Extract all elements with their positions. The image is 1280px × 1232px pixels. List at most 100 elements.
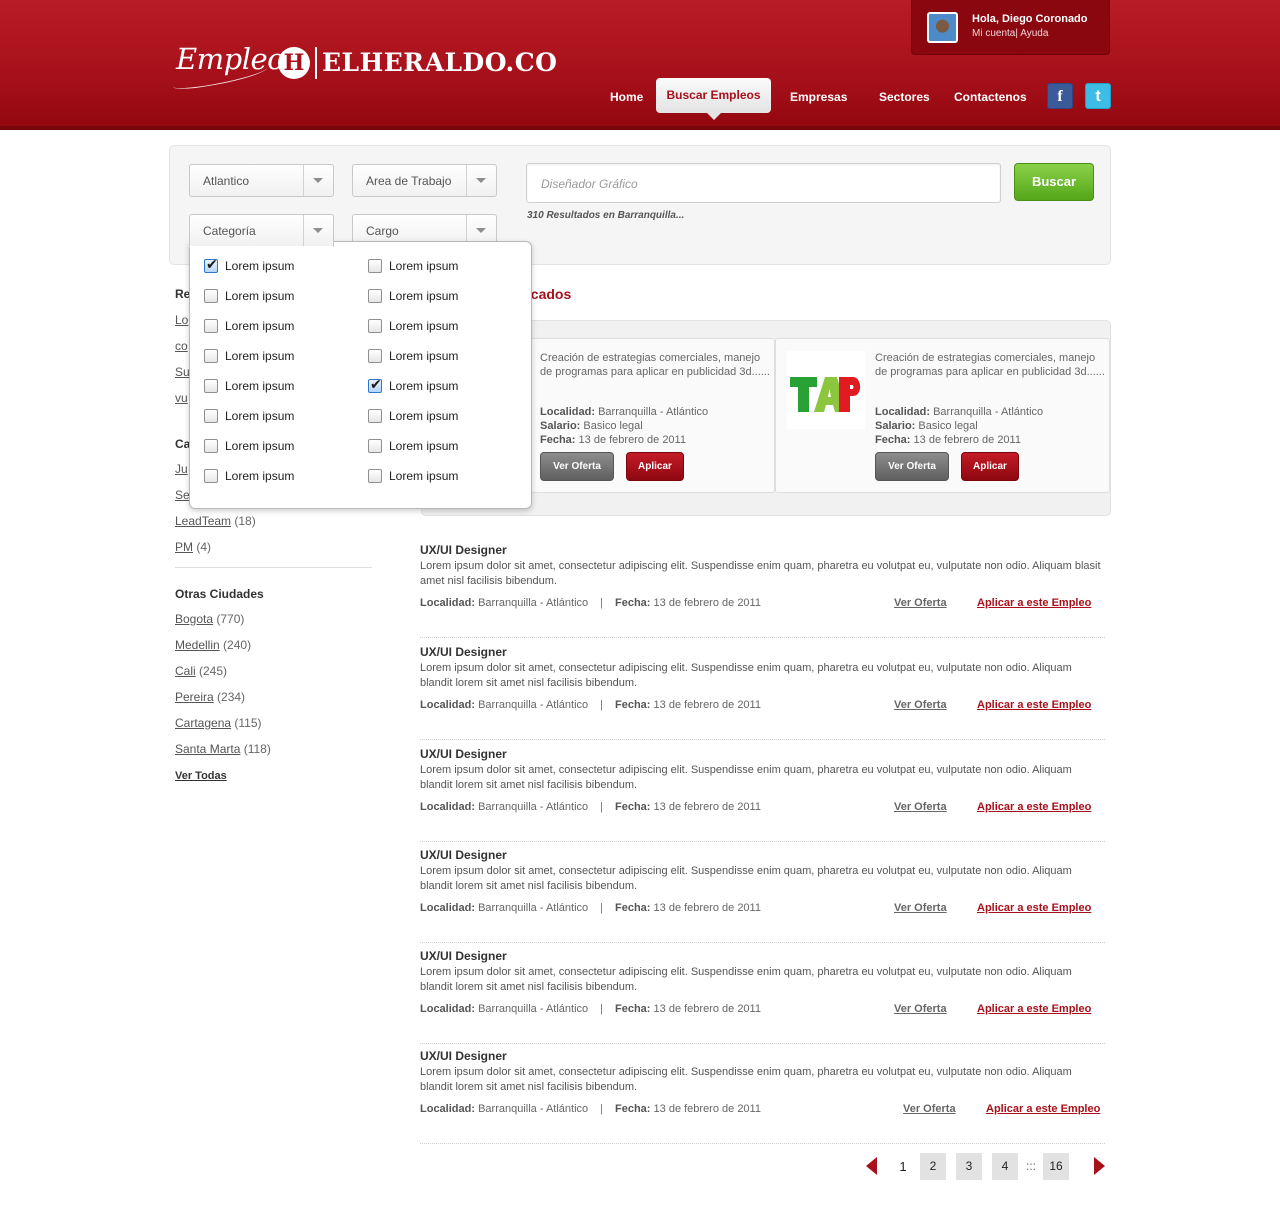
aplicar-button[interactable]: Aplicar	[961, 452, 1019, 481]
aplicar-link[interactable]: Aplicar a este Empleo	[977, 1003, 1091, 1015]
job-title[interactable]: UX/UI Designer	[420, 543, 507, 557]
sidebar-link[interactable]: Ju	[175, 462, 188, 476]
page-ellipsis: :::	[1025, 1159, 1036, 1173]
checkbox[interactable]	[368, 349, 382, 363]
logo-mark[interactable]: H	[278, 47, 310, 79]
checkbox[interactable]	[368, 259, 382, 273]
city-link-cartagena[interactable]: Cartagena (115)	[175, 716, 262, 730]
job-title[interactable]: UX/UI Designer	[420, 645, 507, 659]
chevron-down-icon[interactable]	[303, 215, 333, 246]
ver-oferta-link[interactable]: Ver Oferta	[894, 902, 947, 914]
sidebar-link[interactable]: Su	[175, 365, 190, 379]
featured-meta: Localidad: Barranquilla - Atlántico Sala…	[875, 406, 1044, 446]
page-link-last[interactable]: 16	[1043, 1153, 1069, 1180]
category-select[interactable]: Categoría	[189, 214, 334, 247]
nav-contactenos[interactable]: Contactenos	[954, 90, 1027, 104]
ver-oferta-button[interactable]: Ver Oferta	[875, 452, 949, 481]
featured-description: Creación de estrategias comerciales, man…	[540, 352, 770, 378]
page-link[interactable]: 3	[956, 1153, 982, 1180]
city-link-bogota[interactable]: Bogota (770)	[175, 612, 244, 626]
location-select[interactable]: Atlantico	[189, 164, 334, 197]
city-link-cali[interactable]: Cali (245)	[175, 664, 227, 678]
see-all-cities-link[interactable]: Ver Todas	[175, 770, 227, 782]
page-current[interactable]: 1	[895, 1153, 911, 1180]
aplicar-link[interactable]: Aplicar a este Empleo	[977, 699, 1091, 711]
ver-oferta-link[interactable]: Ver Oferta	[903, 1103, 956, 1115]
twitter-icon[interactable]: t	[1085, 83, 1111, 109]
sidebar-link[interactable]: Se	[175, 488, 190, 502]
checkbox[interactable]	[368, 376, 382, 393]
checkbox[interactable]	[204, 349, 218, 363]
ver-oferta-link[interactable]: Ver Oferta	[894, 801, 947, 813]
city-link-pereira[interactable]: Pereira (234)	[175, 690, 245, 704]
featured-meta: Localidad: Barranquilla - Atlántico Sala…	[540, 406, 709, 446]
facebook-icon[interactable]: f	[1047, 83, 1073, 109]
option-label: Lorem ipsum	[225, 289, 295, 303]
job-description: Lorem ipsum dolor sit amet, consectetur …	[420, 966, 1072, 993]
job-title[interactable]: UX/UI Designer	[420, 747, 507, 761]
user-links-separator: |	[1015, 28, 1018, 39]
search-input[interactable]: Diseñador Gráfico	[526, 163, 1001, 203]
checkbox[interactable]	[368, 439, 382, 453]
sidebar-link[interactable]: PM (4)	[175, 540, 211, 554]
logo-divider	[315, 47, 317, 79]
ver-oferta-link[interactable]: Ver Oferta	[894, 699, 947, 711]
area-select[interactable]: Area de Trabajo	[352, 164, 497, 197]
option-label: Lorem ipsum	[225, 439, 295, 453]
checkbox[interactable]	[204, 289, 218, 303]
sidebar-link[interactable]: LeadTeam (18)	[175, 514, 256, 528]
nav-empresas[interactable]: Empresas	[790, 90, 847, 104]
ver-oferta-link[interactable]: Ver Oferta	[894, 597, 947, 609]
aplicar-link[interactable]: Aplicar a este Empleo	[977, 902, 1091, 914]
checkbox[interactable]	[204, 379, 218, 393]
job-listing: UX/UI Designer Lorem ipsum dolor sit ame…	[420, 747, 1105, 842]
chevron-down-icon[interactable]	[303, 165, 333, 196]
aplicar-link[interactable]: Aplicar a este Empleo	[977, 801, 1091, 813]
checkbox[interactable]	[204, 439, 218, 453]
nav-buscar-empleos[interactable]: Buscar Empleos	[656, 78, 771, 120]
job-title[interactable]: UX/UI Designer	[420, 848, 507, 862]
option-label: Lorem ipsum	[225, 319, 295, 333]
page-link[interactable]: 4	[992, 1153, 1018, 1180]
sidebar-link[interactable]: vu	[175, 391, 188, 405]
job-title[interactable]: UX/UI Designer	[420, 1049, 507, 1063]
checkbox[interactable]	[204, 469, 218, 483]
prev-page-arrow-icon[interactable]	[866, 1157, 877, 1175]
chevron-down-icon[interactable]	[466, 165, 496, 196]
city-link-santa-marta[interactable]: Santa Marta (118)	[175, 742, 271, 756]
help-link[interactable]: Ayuda	[1020, 28, 1048, 39]
next-page-arrow-icon[interactable]	[1094, 1157, 1105, 1175]
sidebar-link[interactable]: Lo	[175, 313, 188, 327]
my-account-link[interactable]: Mi cuenta	[972, 28, 1015, 39]
job-description: Lorem ipsum dolor sit amet, consectetur …	[420, 662, 1072, 689]
tap-logo[interactable]	[787, 351, 865, 429]
checkbox[interactable]	[204, 256, 218, 273]
results-count: 310 Resultados en Barranquilla...	[527, 210, 685, 221]
job-listing: UX/UI Designer Lorem ipsum dolor sit ame…	[420, 848, 1105, 943]
job-info: Localidad: Barranquilla - Atlántico | Fech…	[420, 699, 761, 711]
checkbox[interactable]	[204, 409, 218, 423]
checkbox[interactable]	[204, 319, 218, 333]
ver-oferta-button[interactable]: Ver Oferta	[540, 452, 614, 481]
featured-description: Creación de estrategias comerciales, man…	[875, 352, 1105, 378]
aplicar-link[interactable]: Aplicar a este Empleo	[977, 597, 1091, 609]
job-title[interactable]: UX/UI Designer	[420, 949, 507, 963]
aplicar-link[interactable]: Aplicar a este Empleo	[986, 1103, 1100, 1115]
nav-sectores[interactable]: Sectores	[879, 90, 930, 104]
user-greeting: Hola, Diego Coronado	[972, 13, 1088, 25]
logo-elheraldo[interactable]: ELHERALDO.CO	[322, 48, 557, 77]
city-link-medellin[interactable]: Medellin (240)	[175, 638, 251, 652]
ver-oferta-link[interactable]: Ver Oferta	[894, 1003, 947, 1015]
option-label: Lorem ipsum	[225, 259, 295, 273]
checkbox[interactable]	[368, 469, 382, 483]
search-button[interactable]: Buscar	[1014, 163, 1094, 201]
page-link[interactable]: 2	[920, 1153, 946, 1180]
nav-home[interactable]: Home	[610, 90, 643, 104]
aplicar-button[interactable]: Aplicar	[626, 452, 684, 481]
sidebar-link[interactable]: co	[175, 339, 188, 353]
avatar[interactable]	[927, 12, 958, 43]
checkbox[interactable]	[368, 319, 382, 333]
job-info: Localidad: Barranquilla - Atlántico | Fech…	[420, 1103, 761, 1115]
checkbox[interactable]	[368, 289, 382, 303]
checkbox[interactable]	[368, 409, 382, 423]
